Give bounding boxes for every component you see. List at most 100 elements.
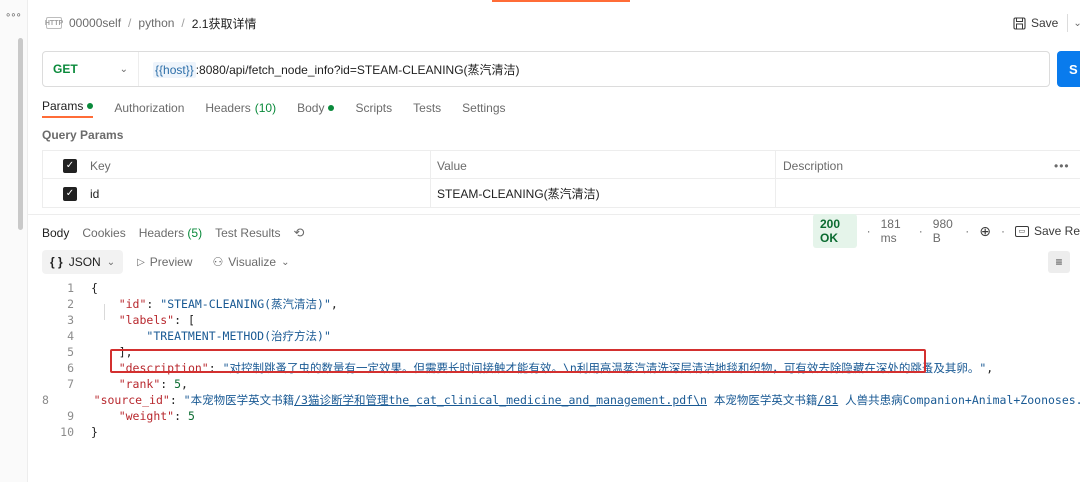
code-line: 3 "labels": [ bbox=[42, 312, 1080, 328]
tab-response-headers[interactable]: Headers (5) bbox=[139, 226, 202, 240]
breadcrumb-request-name[interactable]: 2.1获取详情 bbox=[192, 15, 257, 32]
code-text: "labels": [ bbox=[118, 313, 195, 327]
response-time[interactable]: 181 ms bbox=[881, 217, 909, 245]
response-headers-count: (5) bbox=[187, 226, 203, 240]
tab-authorization[interactable]: Authorization bbox=[114, 98, 184, 118]
tab-cookies[interactable]: Cookies bbox=[82, 226, 125, 240]
chevron-down-icon: ⌄ bbox=[281, 256, 290, 268]
wrap-icon: ≡ bbox=[1055, 255, 1063, 269]
save-label: Save bbox=[1031, 16, 1059, 30]
more-options-icon[interactable]: ••• bbox=[1054, 151, 1070, 180]
save-divider bbox=[1067, 14, 1069, 32]
tab-test-results[interactable]: Test Results bbox=[215, 226, 280, 240]
active-tab-indicator bbox=[492, 0, 630, 2]
code-line: 1{ bbox=[42, 280, 1080, 296]
save-response-icon: ▭ bbox=[1014, 225, 1029, 237]
code-text: "rank": 5, bbox=[118, 377, 188, 391]
tab-tests[interactable]: Tests bbox=[413, 98, 441, 118]
tab-label: Settings bbox=[462, 101, 506, 115]
line-number: 8 bbox=[42, 393, 49, 407]
chevron-down-icon[interactable]: ⌄ bbox=[1073, 18, 1080, 29]
method-select[interactable]: GET ⌄ bbox=[43, 52, 139, 86]
code-line: 10} bbox=[42, 424, 1080, 440]
param-key-field[interactable]: id bbox=[90, 179, 99, 208]
line-number: 9 bbox=[67, 409, 74, 423]
save-response-label: Save Re bbox=[1033, 224, 1080, 238]
request-tabs: Params Authorization Headers (10) Body Sc… bbox=[42, 98, 527, 118]
code-line: 2 "id": "STEAM-CLEANING(蒸汽清洁)", bbox=[42, 296, 1080, 312]
tab-settings[interactable]: Settings bbox=[462, 98, 505, 118]
response-meta: 200 OK · 181 ms · 980 B · ⊕ · ▭ Save Re bbox=[813, 214, 1080, 248]
tab-label: Params bbox=[42, 98, 84, 113]
code-line: 7 "rank": 5, bbox=[42, 376, 1080, 392]
method-label: GET bbox=[53, 62, 78, 76]
response-size[interactable]: 980 B bbox=[933, 217, 955, 245]
send-button[interactable]: S bbox=[1057, 51, 1080, 87]
breadcrumb-folder[interactable]: python bbox=[138, 16, 174, 30]
line-number: 2 bbox=[67, 297, 74, 311]
save-icon bbox=[1013, 16, 1026, 30]
tab-label: Scripts bbox=[355, 101, 393, 115]
column-header-description: Description bbox=[783, 158, 844, 173]
select-all-checkbox[interactable]: ✓ bbox=[63, 151, 77, 180]
visualize-label: Visualize bbox=[228, 255, 277, 269]
description-highlight-box bbox=[110, 349, 926, 373]
status-badge[interactable]: 200 OK bbox=[813, 214, 857, 248]
response-view-toolbar: { } JSON ⌄ ▷ Preview ⚇ Visualize ⌄ bbox=[42, 250, 295, 274]
visualize-button[interactable]: ⚇ Visualize ⌄ bbox=[206, 255, 295, 269]
breadcrumb: HTTP 00000self / python / 2.1获取详情 bbox=[45, 14, 257, 32]
chevron-down-icon: ⌄ bbox=[119, 63, 128, 75]
breadcrumb-separator: / bbox=[128, 16, 132, 30]
url-path: :8080/api/fetch_node_info?id=STEAM-CLEAN… bbox=[195, 62, 520, 77]
play-icon: ▷ bbox=[137, 256, 145, 268]
param-enabled-checkbox[interactable]: ✓ bbox=[63, 179, 77, 208]
tab-response-body[interactable]: Body bbox=[42, 226, 69, 240]
line-number: 3 bbox=[67, 313, 74, 327]
response-tabs: Body Cookies Headers (5) Test Results ⟲ bbox=[42, 222, 304, 244]
globe-icon[interactable]: ⊕ bbox=[979, 223, 991, 240]
bullet-separator: · bbox=[866, 224, 871, 238]
sidebar-scrollbar[interactable] bbox=[18, 38, 23, 230]
line-number: 1 bbox=[67, 281, 74, 295]
format-select[interactable]: { } JSON ⌄ bbox=[42, 250, 124, 274]
line-number: 7 bbox=[67, 377, 74, 391]
tab-params[interactable]: Params bbox=[42, 98, 94, 118]
param-value-field[interactable]: STEAM-CLEANING(蒸汽清洁) bbox=[437, 179, 600, 208]
code-text: "weight": 5 bbox=[118, 409, 195, 423]
tab-label: Body bbox=[297, 101, 325, 115]
save-button[interactable]: Save ⌄ bbox=[1013, 12, 1080, 34]
bullet-separator: · bbox=[918, 224, 923, 238]
code-text: "source_id": "本宠物医学英文书籍/3猫诊断学和管理the_cat_… bbox=[93, 393, 1080, 407]
code-line: 4 "TREATMENT-METHOD(治疗方法)" bbox=[42, 328, 1080, 344]
query-params-table: ✓ Key Value Description ••• ✓ id STEAM-C… bbox=[42, 150, 1080, 208]
line-number: 5 bbox=[67, 345, 74, 359]
chevron-down-icon: ⌄ bbox=[106, 256, 116, 268]
code-text: { bbox=[91, 281, 98, 295]
more-icon[interactable]: ∘∘∘ bbox=[5, 10, 22, 21]
breadcrumb-workspace[interactable]: 00000self bbox=[69, 16, 121, 30]
tab-label: Headers bbox=[205, 101, 251, 115]
url-input[interactable]: {{host}}:8080/api/fetch_node_info?id=STE… bbox=[139, 61, 520, 78]
checkbox-checked-icon: ✓ bbox=[63, 186, 77, 201]
indent-guide bbox=[104, 304, 105, 320]
line-number: 10 bbox=[60, 425, 74, 439]
code-text: } bbox=[91, 425, 98, 439]
format-label: JSON bbox=[68, 255, 101, 269]
url-variable[interactable]: {{host}} bbox=[153, 61, 196, 78]
http-request-icon: HTTP bbox=[45, 17, 63, 29]
query-params-title: Query Params bbox=[42, 128, 124, 142]
headers-count: (10) bbox=[254, 101, 277, 115]
column-header-value: Value bbox=[437, 158, 467, 173]
save-response-button[interactable]: ▭ Save Re bbox=[1014, 224, 1080, 238]
tab-headers[interactable]: Headers (10) bbox=[205, 98, 276, 118]
preview-button[interactable]: ▷ Preview bbox=[131, 255, 198, 269]
response-divider bbox=[28, 214, 1080, 215]
wrap-lines-button[interactable]: ≡ bbox=[1048, 251, 1070, 273]
tab-body[interactable]: Body bbox=[297, 98, 335, 118]
history-icon[interactable]: ⟲ bbox=[293, 225, 304, 241]
tab-label: Tests bbox=[413, 101, 442, 115]
line-number: 4 bbox=[67, 329, 74, 343]
code-line: 8 "source_id": "本宠物医学英文书籍/3猫诊断学和管理the_ca… bbox=[42, 392, 1080, 408]
code-text: "id": "STEAM-CLEANING(蒸汽清洁)", bbox=[118, 297, 338, 311]
tab-scripts[interactable]: Scripts bbox=[355, 98, 392, 118]
